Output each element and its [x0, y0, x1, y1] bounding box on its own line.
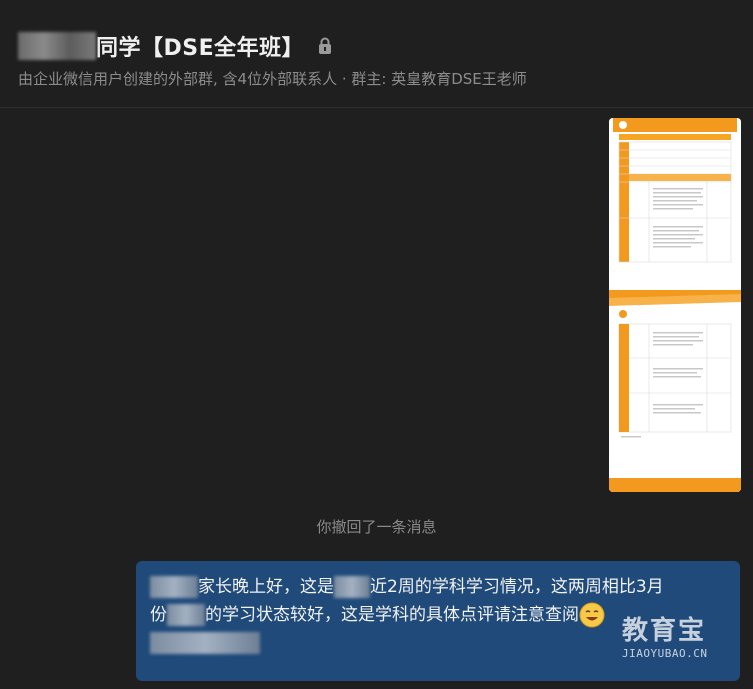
message-text-2b: 的学习状态较好，这是学科的具体点评请注意查阅 — [205, 605, 579, 625]
chat-title-row[interactable]: 同学【DSE全年班】 — [18, 28, 332, 64]
blurred-name — [167, 604, 205, 626]
watermark-url: JIAOYUBAO.CN — [622, 647, 708, 660]
chat-subtitle: 由企业微信用户创建的外部群, 含4位外部联系人 · 群主: 英皇教育DSE王老师 — [18, 70, 527, 88]
blurred-name — [334, 576, 370, 598]
blurred-name — [150, 576, 198, 598]
report-document-preview — [609, 118, 741, 492]
message-text-2a: 份 — [150, 605, 167, 625]
chat-title[interactable]: 同学【DSE全年班】 — [96, 30, 304, 62]
message-text-1b: 近2周的学科学习情况，这两周相比3月 — [370, 577, 664, 597]
blurred-signature — [150, 632, 260, 654]
lock-icon — [318, 37, 332, 55]
report-image-message[interactable] — [609, 118, 741, 492]
chat-header: 同学【DSE全年班】 由企业微信用户创建的外部群, 含4位外部联系人 · 群主:… — [0, 0, 753, 108]
smile-emoji-icon — [579, 602, 605, 628]
watermark: 教育宝 JIAOYUBAO.CN — [622, 610, 742, 672]
message-text-1a: 家长晚上好，这是 — [198, 577, 334, 597]
blurred-student-name — [18, 32, 96, 60]
watermark-brand: 教育宝 — [622, 616, 707, 646]
message-line-1: 家长晚上好，这是 近2周的学科学习情况，这两周相比3月 — [150, 573, 726, 601]
recall-notice: 你撤回了一条消息 — [316, 518, 437, 536]
